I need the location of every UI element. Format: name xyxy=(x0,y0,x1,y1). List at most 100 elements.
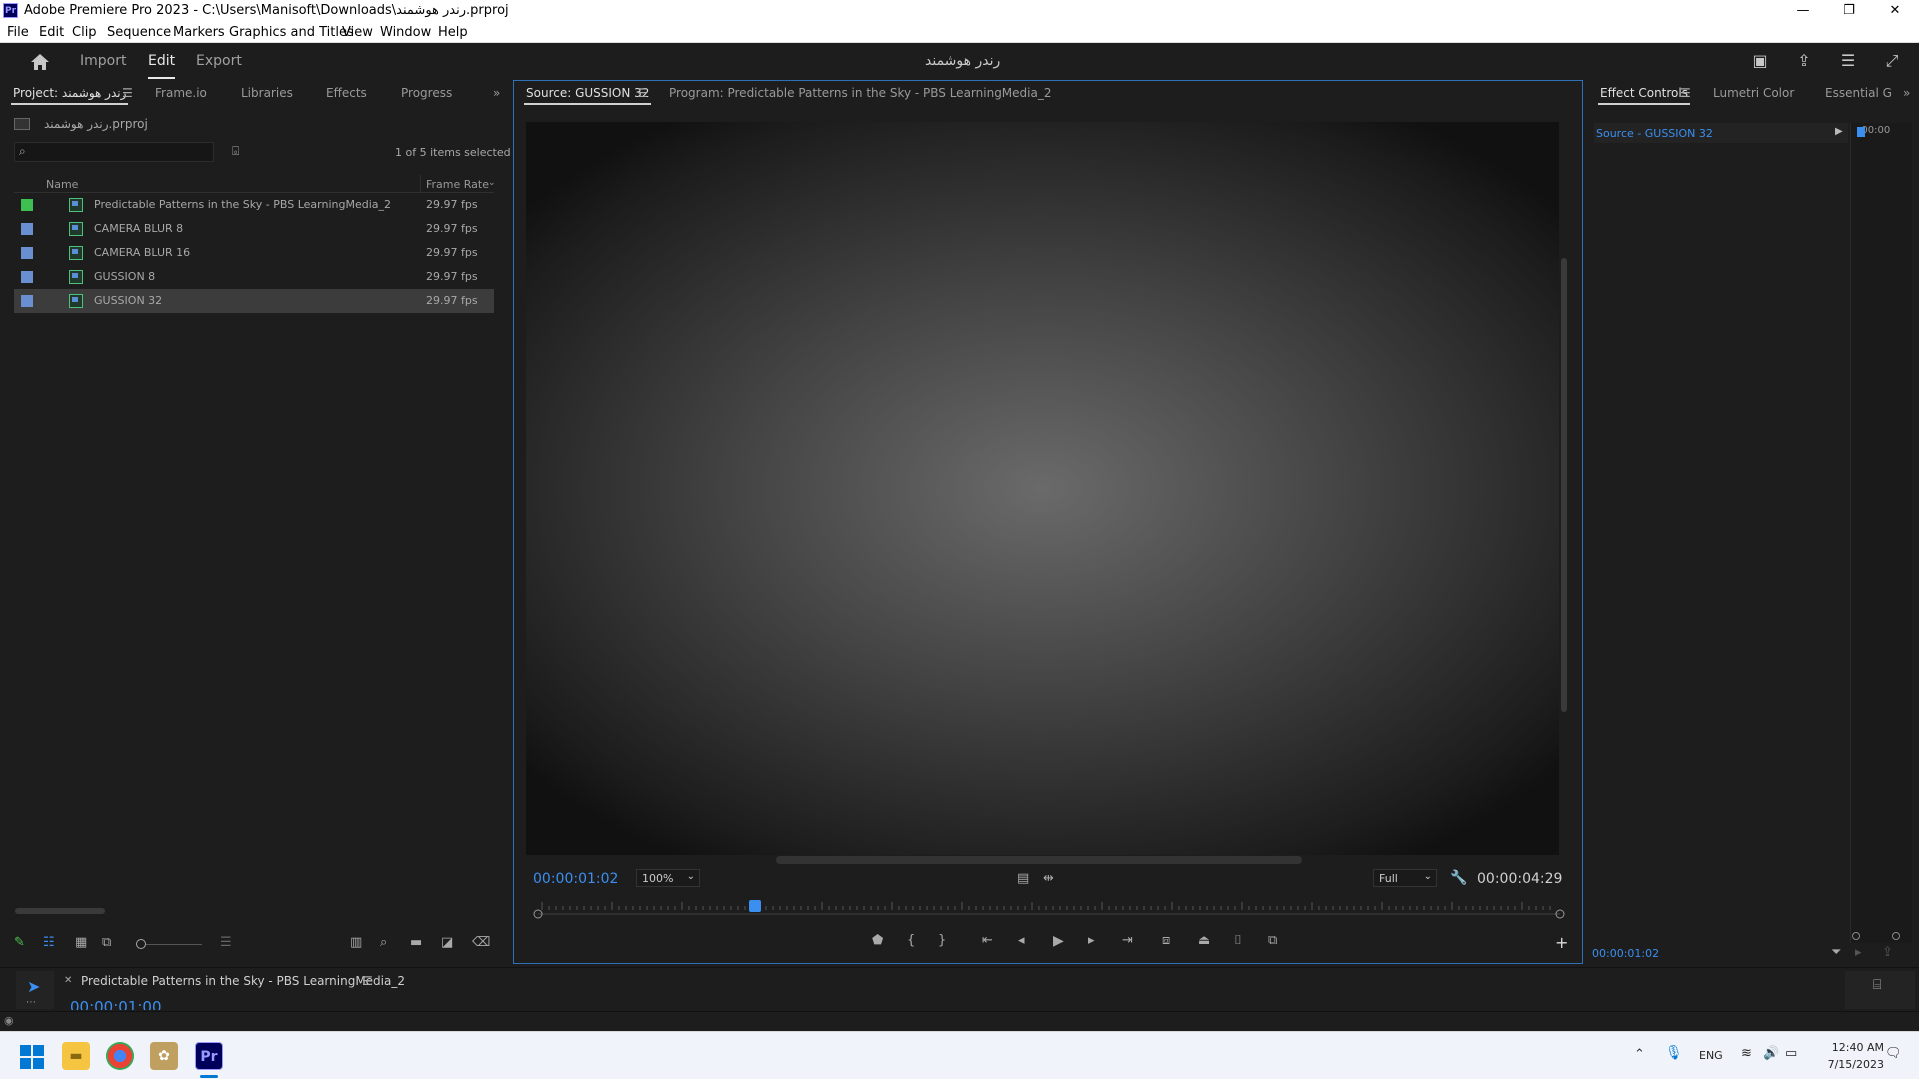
effect-controls-timeline-area[interactable]: :00:00 xyxy=(1850,123,1912,943)
close-sequence-tab-icon[interactable]: ✕ xyxy=(64,975,72,986)
timeline-menu-icon[interactable]: ☰ xyxy=(362,974,373,988)
toggle-proxies-icon[interactable]: ⧉ xyxy=(1268,933,1277,948)
playback-resolution-dropdown[interactable]: Full ⌄ xyxy=(1373,869,1437,887)
tab-frameio[interactable]: Frame.io xyxy=(155,86,207,100)
more-tools-icon[interactable]: ⋯ xyxy=(26,997,36,1008)
go-to-in-icon[interactable]: ⇤ xyxy=(982,933,993,948)
export-effect-icon[interactable]: ⇪ xyxy=(1882,945,1893,960)
file-explorer-icon[interactable]: ▬ xyxy=(62,1042,90,1070)
list-item[interactable]: CAMERA BLUR 16 29.97 fps xyxy=(14,241,494,265)
overwrite-icon[interactable]: ⏏ xyxy=(1198,933,1210,948)
monitor-horizontal-scrollbar[interactable] xyxy=(776,856,1302,864)
go-to-out-icon[interactable]: ⇥ xyxy=(1122,933,1133,948)
chrome-icon[interactable] xyxy=(106,1042,134,1070)
panel-overflow-icon[interactable]: » xyxy=(1903,86,1910,100)
column-divider[interactable] xyxy=(420,175,421,193)
microphone-icon[interactable]: 🎙 xyxy=(1665,1045,1683,1061)
filter-icon[interactable]: ⏷ xyxy=(1831,945,1841,960)
play-icon[interactable]: ▶ xyxy=(1053,933,1064,949)
effect-zoom-scrollbar[interactable] xyxy=(1852,932,1904,940)
tab-lumetri-color[interactable]: Lumetri Color xyxy=(1713,86,1794,100)
drag-video-only-icon[interactable]: ▤ xyxy=(1017,871,1029,886)
battery-icon[interactable]: ▭ xyxy=(1785,1046,1797,1061)
effect-playhead[interactable] xyxy=(1857,127,1865,137)
find-icon[interactable]: ⌕ xyxy=(380,935,387,950)
export-frame-camera-icon[interactable]: ⌷ xyxy=(1234,933,1242,948)
monitor-vertical-scrollbar[interactable] xyxy=(1561,258,1567,712)
show-hidden-icons-icon[interactable]: ⌃ xyxy=(1634,1047,1645,1062)
timeline-current-time[interactable]: 00:00:01:00 xyxy=(70,998,162,1010)
write-protect-pencil-icon[interactable]: ✎ xyxy=(14,935,25,950)
toggle-effect-icon[interactable]: ▸ xyxy=(1855,945,1862,960)
source-panel-menu-icon[interactable]: ☰ xyxy=(637,86,648,100)
drag-audio-only-icon[interactable]: ⇹ xyxy=(1043,871,1054,886)
maximize-button[interactable]: ❐ xyxy=(1826,0,1872,22)
menu-help[interactable]: Help xyxy=(438,25,468,40)
step-back-icon[interactable]: ◂ xyxy=(1018,933,1025,948)
label-color-swatch[interactable] xyxy=(21,247,33,259)
menu-view[interactable]: View xyxy=(342,25,373,40)
list-item[interactable]: Predictable Patterns in the Sky - PBS Le… xyxy=(14,193,494,217)
add-marker-icon[interactable]: ⬟ xyxy=(872,933,883,948)
sort-icons-icon[interactable]: ☰ xyxy=(220,935,232,950)
label-color-swatch[interactable] xyxy=(21,295,33,307)
volume-icon[interactable]: 🔊 xyxy=(1763,1046,1779,1061)
mark-out-icon[interactable]: } xyxy=(938,933,946,948)
app-icon[interactable]: ✿ xyxy=(150,1042,178,1070)
source-video-frame[interactable] xyxy=(526,122,1559,855)
new-item-icon[interactable]: ◪ xyxy=(441,935,453,950)
project-search-input[interactable]: ⌕ xyxy=(14,142,214,162)
tab-essential-graphics[interactable]: Essential G xyxy=(1825,86,1892,100)
selection-tool-icon[interactable]: ➤ xyxy=(27,977,40,996)
menu-edit[interactable]: Edit xyxy=(39,25,64,40)
notifications-icon[interactable]: 🗨 xyxy=(1885,1046,1902,1061)
automate-to-sequence-icon[interactable]: ▥ xyxy=(350,935,362,950)
icon-view-icon[interactable]: ▦ xyxy=(75,935,87,950)
label-color-swatch[interactable] xyxy=(21,271,33,283)
settings-wrench-icon[interactable]: 🔧 xyxy=(1450,870,1467,886)
workspaces-icon[interactable]: ▣ xyxy=(1750,52,1770,70)
zoom-slider-track[interactable] xyxy=(146,944,202,945)
effect-controls-menu-icon[interactable]: ☰ xyxy=(1680,86,1691,100)
premiere-taskbar-icon[interactable]: Pr xyxy=(195,1042,223,1070)
tab-program-monitor[interactable]: Program: Predictable Patterns in the Sky… xyxy=(669,86,1051,100)
list-item[interactable]: GUSSION 32 29.97 fps xyxy=(14,289,494,313)
share-icon[interactable]: ⇪ xyxy=(1794,52,1814,70)
label-color-swatch[interactable] xyxy=(21,223,33,235)
effect-source-label[interactable]: Source - GUSSION 32 xyxy=(1596,127,1713,140)
close-button[interactable]: ✕ xyxy=(1872,0,1918,22)
effect-current-time[interactable]: 00:00:01:02 xyxy=(1592,947,1659,960)
list-item[interactable]: GUSSION 8 29.97 fps xyxy=(14,265,494,289)
source-playhead[interactable] xyxy=(748,900,761,912)
source-time-ruler[interactable] xyxy=(532,898,1566,920)
column-frame-rate-header[interactable]: Frame Rate xyxy=(426,178,489,191)
tab-project[interactable]: Project: رندر هوشمند xyxy=(10,86,129,105)
list-view-icon[interactable]: ☷ xyxy=(43,935,55,950)
clock-date[interactable]: 7/15/2023 xyxy=(1822,1058,1884,1071)
tab-effects[interactable]: Effects xyxy=(326,86,367,100)
label-color-swatch[interactable] xyxy=(21,199,33,211)
language-indicator[interactable]: ENG xyxy=(1699,1049,1723,1062)
panel-overflow-icon[interactable]: » xyxy=(493,86,500,100)
clock-time[interactable]: 12:40 AM xyxy=(1822,1041,1884,1054)
project-horizontal-scrollbar[interactable] xyxy=(15,908,105,914)
source-current-time[interactable]: 00:00:01:02 xyxy=(533,871,618,887)
step-forward-icon[interactable]: ▸ xyxy=(1088,933,1095,948)
tab-timeline-sequence[interactable]: Predictable Patterns in the Sky - PBS Le… xyxy=(81,974,405,988)
workspace-export-tab[interactable]: Export xyxy=(196,53,242,69)
freeform-view-icon[interactable]: ⧉ xyxy=(102,935,111,950)
menu-file[interactable]: File xyxy=(7,25,29,40)
menu-markers[interactable]: Markers xyxy=(173,25,225,40)
clear-trash-icon[interactable]: ⌫ xyxy=(472,935,490,950)
new-bin-icon[interactable]: ▬ xyxy=(410,935,422,950)
zoom-slider-handle[interactable] xyxy=(136,939,146,949)
minimize-button[interactable]: — xyxy=(1780,0,1826,22)
workspace-edit-tab[interactable]: Edit xyxy=(148,53,176,79)
column-name-header[interactable]: Name xyxy=(46,178,78,191)
menu-clip[interactable]: Clip xyxy=(72,25,97,40)
zoom-level-dropdown[interactable]: 100% ⌄ xyxy=(636,869,700,887)
play-only-audio-icon[interactable]: ▶ xyxy=(1835,126,1843,137)
workspace-import-tab[interactable]: Import xyxy=(80,53,126,69)
fullscreen-icon[interactable]: ⤢ xyxy=(1882,52,1902,70)
menu-sequence[interactable]: Sequence xyxy=(107,25,171,40)
